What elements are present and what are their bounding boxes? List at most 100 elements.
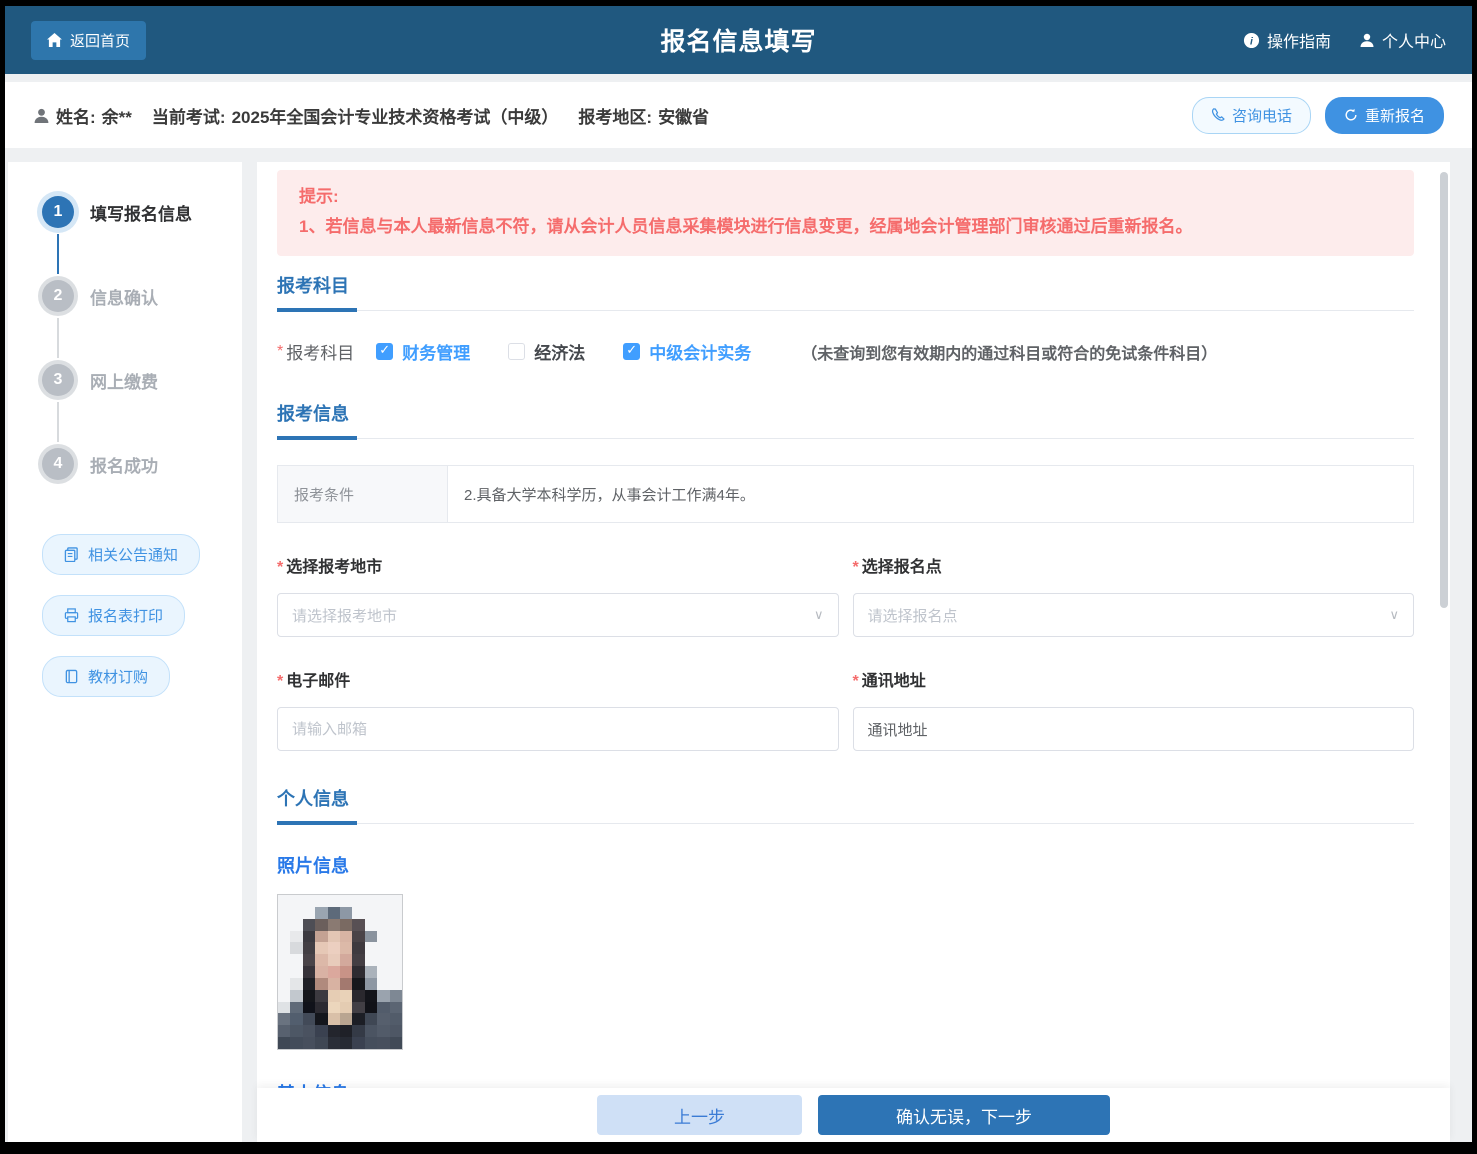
name-label: 姓名: — [56, 103, 96, 128]
confirm-next-button[interactable]: 确认无误，下一步 — [818, 1095, 1110, 1135]
previous-step-button[interactable]: 上一步 — [597, 1095, 802, 1135]
back-home-button[interactable]: 返回首页 — [31, 21, 146, 60]
name-value: 余** — [102, 103, 132, 128]
required-mark: * — [853, 559, 859, 576]
step-4-number: 4 — [42, 448, 74, 480]
section-personal-title: 个人信息 — [277, 789, 349, 809]
chevron-down-icon: ∨ — [814, 607, 824, 623]
reregister-label: 重新报名 — [1365, 105, 1425, 126]
condition-box: 报考条件 2.具备大学本科学历，从事会计工作满4年。 — [277, 465, 1414, 523]
step-2-number: 2 — [42, 280, 74, 312]
header-menu: i 操作指南 个人中心 — [1243, 28, 1446, 52]
site-placeholder: 请选择报名点 — [868, 605, 958, 626]
top-header: 返回首页 报名信息填写 i 操作指南 个人中心 — [5, 6, 1472, 74]
site-select[interactable]: 请选择报名点 ∨ — [853, 593, 1415, 637]
site-label: *选择报名点 — [853, 553, 1415, 577]
user-center-label: 个人中心 — [1382, 28, 1446, 52]
step-1-label: 填写报名信息 — [90, 200, 192, 225]
region-label: 报考地区: — [578, 103, 652, 128]
announcements-button[interactable]: 相关公告通知 — [42, 534, 200, 575]
step-3-number: 3 — [42, 364, 74, 396]
required-mark: * — [277, 343, 283, 361]
checkbox-checked-icon — [623, 343, 640, 360]
guide-link[interactable]: i 操作指南 — [1243, 28, 1331, 52]
required-mark: * — [277, 673, 283, 690]
city-label: *选择报考地市 — [277, 553, 839, 577]
announcements-label: 相关公告通知 — [88, 544, 178, 565]
section-underline — [277, 821, 357, 825]
user-icon — [1359, 32, 1375, 48]
step-2-label: 信息确认 — [90, 284, 158, 309]
exam-value: 2025年全国会计专业技术资格考试（中级） — [232, 103, 559, 128]
sidebar-buttons: 相关公告通知 报名表打印 教材订购 — [42, 534, 242, 697]
notice-title: 提示: — [299, 182, 1392, 212]
section-exam-info-header: 报考信息 — [277, 400, 1414, 439]
back-home-label: 返回首页 — [70, 30, 130, 51]
print-form-button[interactable]: 报名表打印 — [42, 595, 185, 636]
subject-label: 中级会计实务 — [649, 339, 751, 364]
section-underline — [277, 436, 357, 440]
step-4-label: 报名成功 — [90, 452, 158, 477]
step-connector — [57, 318, 59, 358]
consult-phone-button[interactable]: 咨询电话 — [1192, 97, 1311, 134]
subject-checkbox-financial-management[interactable]: 财务管理 — [376, 339, 470, 364]
chevron-down-icon: ∨ — [1389, 607, 1399, 623]
select-row: *选择报考地市 请选择报考地市 ∨ *选择报名点 请选择报名点 ∨ — [277, 523, 1414, 637]
step-1-number: 1 — [42, 196, 74, 228]
subjects-note: （未查询到您有效期内的通过科目或符合的免试条件科目） — [801, 340, 1217, 364]
condition-value: 2.具备大学本科学历，从事会计工作满4年。 — [448, 466, 1413, 522]
exam-label: 当前考试: — [152, 103, 226, 128]
subjects-checkbox-row: * 报考科目 财务管理 经济法 中级会计实务 （未查询到您有效期内的通过科目或符… — [277, 339, 1414, 364]
subjects-group-label: 报考科目 — [286, 339, 354, 364]
print-form-label: 报名表打印 — [88, 605, 163, 626]
condition-label: 报考条件 — [278, 466, 448, 522]
person-icon — [33, 107, 50, 124]
subject-checkbox-intermediate-accounting[interactable]: 中级会计实务 — [623, 339, 751, 364]
refresh-icon — [1344, 108, 1358, 122]
phone-icon — [1211, 108, 1225, 122]
user-bar-actions: 咨询电话 重新报名 — [1192, 97, 1444, 134]
step-3-payment: 3 网上缴费 — [42, 364, 242, 396]
id-photo — [277, 894, 403, 1050]
city-select[interactable]: 请选择报考地市 ∨ — [277, 593, 839, 637]
checkbox-unchecked-icon — [508, 343, 525, 360]
photo-section-title: 照片信息 — [277, 852, 1414, 878]
subject-label: 经济法 — [534, 339, 585, 364]
user-info-bar: 姓名: 余** 当前考试: 2025年全国会计专业技术资格考试（中级） 报考地区… — [5, 82, 1472, 148]
footer-bar: 上一步 确认无误，下一步 — [257, 1088, 1450, 1142]
city-placeholder: 请选择报考地市 — [292, 605, 397, 626]
textbook-order-label: 教材订购 — [88, 666, 148, 687]
vertical-scrollbar[interactable] — [1440, 172, 1448, 608]
info-icon: i — [1243, 32, 1260, 49]
section-subjects-header: 报考科目 — [277, 272, 1414, 311]
step-connector — [57, 402, 59, 442]
textbook-order-button[interactable]: 教材订购 — [42, 656, 170, 697]
step-4-success: 4 报名成功 — [42, 448, 242, 480]
checkbox-checked-icon — [376, 343, 393, 360]
section-personal-header: 个人信息 — [277, 785, 1414, 824]
email-input[interactable] — [277, 707, 839, 751]
step-3-label: 网上缴费 — [90, 368, 158, 393]
address-input[interactable] — [853, 707, 1415, 751]
address-label: *通讯地址 — [853, 667, 1415, 691]
section-exam-info-title: 报考信息 — [277, 404, 349, 424]
user-center-link[interactable]: 个人中心 — [1359, 28, 1446, 52]
consult-phone-label: 咨询电话 — [1232, 105, 1292, 126]
step-1-fill-info: 1 填写报名信息 — [42, 196, 242, 228]
required-mark: * — [277, 559, 283, 576]
main-content: 提示: 1、若信息与本人最新信息不符，请从会计人员信息采集模块进行信息变更，经属… — [257, 162, 1450, 1142]
subject-label: 财务管理 — [402, 339, 470, 364]
book-icon — [64, 669, 79, 684]
notice-alert: 提示: 1、若信息与本人最新信息不符，请从会计人员信息采集模块进行信息变更，经属… — [277, 170, 1414, 256]
input-row: *电子邮件 *通讯地址 — [277, 637, 1414, 751]
subject-checkbox-economic-law[interactable]: 经济法 — [508, 339, 585, 364]
home-icon — [47, 33, 62, 47]
email-label: *电子邮件 — [277, 667, 839, 691]
region-value: 安徽省 — [658, 103, 709, 128]
section-underline — [277, 308, 357, 312]
reregister-button[interactable]: 重新报名 — [1325, 97, 1444, 134]
section-subjects-title: 报考科目 — [277, 276, 349, 296]
sidebar: 1 填写报名信息 2 信息确认 3 网上缴费 4 报名成功 相关公告通知 — [8, 162, 242, 1142]
step-2-confirm: 2 信息确认 — [42, 280, 242, 312]
step-connector — [57, 234, 59, 274]
